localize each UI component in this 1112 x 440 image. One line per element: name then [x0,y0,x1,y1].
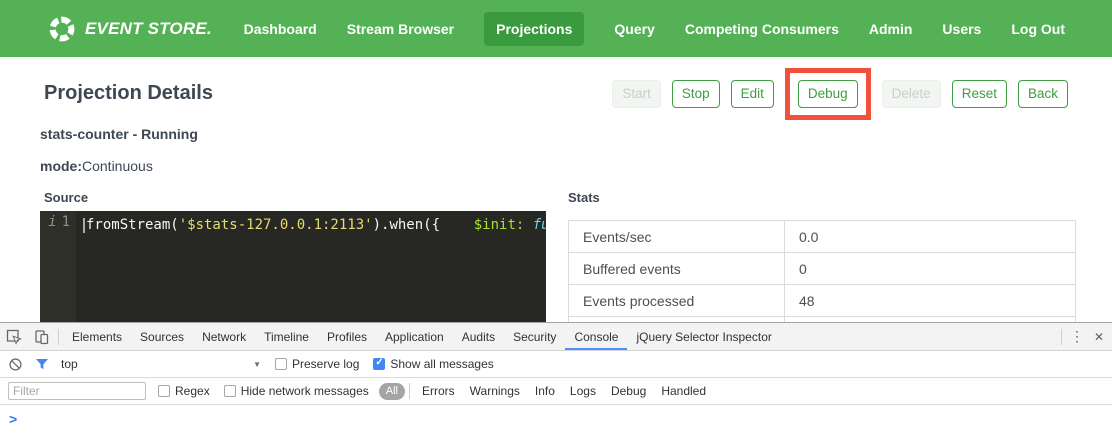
editor-gutter: i 1 [40,211,76,322]
nav-item-logout[interactable]: Log Out [1011,21,1065,37]
nav-item-users[interactable]: Users [942,21,981,37]
preserve-log-checkbox[interactable] [275,358,287,370]
execution-context-selector[interactable]: top ▼ [61,357,261,371]
context-value: top [61,357,78,371]
code-seg-plain2: ).when({ [373,217,474,233]
page-title: Projection Details [44,82,213,105]
console-toolbar: top ▼ Preserve log Show all messages [0,351,1112,378]
divider [1061,329,1062,345]
regex-checkbox[interactable] [158,385,170,397]
clear-console-icon[interactable] [8,357,23,372]
delete-button[interactable]: Delete [882,80,941,109]
debug-highlight-annotation: Debug [785,68,871,121]
divider [58,329,59,345]
filter-level-handled[interactable]: Handled [661,384,706,398]
tab-profiles[interactable]: Profiles [318,323,376,350]
tab-network[interactable]: Network [193,323,255,350]
tab-timeline[interactable]: Timeline [255,323,318,350]
table-row: Events/sec 0.0 [569,221,1076,253]
tab-security[interactable]: Security [504,323,565,350]
source-section-label: Source [44,190,88,205]
start-button[interactable]: Start [612,80,661,109]
stat-value: 0 [785,253,1076,285]
reset-button[interactable]: Reset [952,80,1007,109]
filter-level-logs[interactable]: Logs [570,384,596,398]
nav-item-dashboard[interactable]: Dashboard [244,21,317,37]
nav-item-admin[interactable]: Admin [869,21,913,37]
code-seg-function: fu [524,217,546,233]
filter-level-errors[interactable]: Errors [422,384,455,398]
filter-level-all-badge[interactable]: All [379,383,405,400]
tab-application[interactable]: Application [376,323,453,350]
table-row: Events processed 48 [569,285,1076,317]
brand-logo[interactable]: EVENT STORE. [48,15,212,43]
brand-title: EVENT STORE. [85,19,212,39]
preserve-log-label[interactable]: Preserve log [292,357,359,371]
edit-button[interactable]: Edit [731,80,774,109]
navbar: EVENT STORE. Dashboard Stream Browser Pr… [0,0,1112,57]
mode-value: Continuous [82,158,153,174]
stat-key: Events/sec [569,221,785,253]
gutter-info-icon: i [48,214,56,322]
divider [409,383,410,399]
regex-label[interactable]: Regex [175,384,210,398]
devtools-panel: Elements Sources Network Timeline Profil… [0,322,1112,440]
close-devtools-icon[interactable]: ✕ [1088,323,1110,350]
main-nav: Dashboard Stream Browser Projections Que… [244,12,1065,46]
hide-network-checkbox[interactable] [224,385,236,397]
stop-button[interactable]: Stop [672,80,720,109]
text-cursor [83,218,85,233]
tab-sources[interactable]: Sources [131,323,193,350]
tab-audits[interactable]: Audits [453,323,504,350]
filter-level-info[interactable]: Info [535,384,555,398]
tab-console[interactable]: Console [565,323,627,350]
more-menu-icon[interactable]: ⋮ [1066,323,1088,350]
stats-section-label: Stats [568,190,600,205]
filter-levels: Errors Warnings Info Logs Debug Handled [422,384,706,398]
filter-level-debug[interactable]: Debug [611,384,646,398]
projection-status: stats-counter - Running [40,126,198,142]
console-input-area[interactable]: > [0,405,1112,440]
devtools-tabbar: Elements Sources Network Timeline Profil… [0,323,1112,351]
eventstore-ring-icon [48,15,76,43]
inspect-element-icon[interactable] [0,323,27,350]
stat-key: Events processed [569,285,785,317]
console-filterbar: Regex Hide network messages All Errors W… [0,378,1112,405]
show-all-messages-checkbox[interactable] [373,358,385,370]
code-seg-init: $init: [474,217,525,233]
chevron-down-icon: ▼ [253,360,261,369]
nav-item-query[interactable]: Query [614,21,654,37]
device-toolbar-icon[interactable] [27,323,54,350]
nav-item-stream-browser[interactable]: Stream Browser [347,21,454,37]
line-number: 1 [62,214,70,322]
stat-value: 0.0 [785,221,1076,253]
devtools-tabbar-right: ⋮ ✕ [1057,323,1112,350]
table-row: Buffered events 0 [569,253,1076,285]
back-button[interactable]: Back [1018,80,1068,109]
stat-value: 48 [785,285,1076,317]
code-seg-plain1: fromStream( [86,217,179,233]
stats-table: Events/sec 0.0 Buffered events 0 Events … [568,220,1076,322]
nav-item-competing-consumers[interactable]: Competing Consumers [685,21,839,37]
nav-item-projections[interactable]: Projections [484,12,584,46]
filter-level-warnings[interactable]: Warnings [470,384,520,398]
screen: EVENT STORE. Dashboard Stream Browser Pr… [0,0,1112,440]
stat-key: Buffered events [569,253,785,285]
hide-network-label[interactable]: Hide network messages [241,384,369,398]
code-line: fromStream('$stats-127.0.0.1:2113').when… [76,211,546,322]
filter-input[interactable] [8,382,146,400]
action-button-row: Start Stop Edit Debug Delete Reset Back [612,70,1068,118]
projection-mode: mode:Continuous [40,158,153,174]
tab-jquery-selector-inspector[interactable]: jQuery Selector Inspector [627,323,780,350]
source-code-editor[interactable]: i 1 fromStream('$stats-127.0.0.1:2113').… [40,211,546,322]
stats-table-wrap: Events/sec 0.0 Buffered events 0 Events … [568,220,1076,322]
debug-button[interactable]: Debug [798,80,858,109]
filter-funnel-icon[interactable] [35,357,49,371]
show-all-messages-label[interactable]: Show all messages [390,357,493,371]
tab-elements[interactable]: Elements [63,323,131,350]
code-seg-string: '$stats-127.0.0.1:2113' [179,217,373,233]
console-prompt-chevron[interactable]: > [9,411,17,427]
mode-label: mode: [40,158,82,174]
